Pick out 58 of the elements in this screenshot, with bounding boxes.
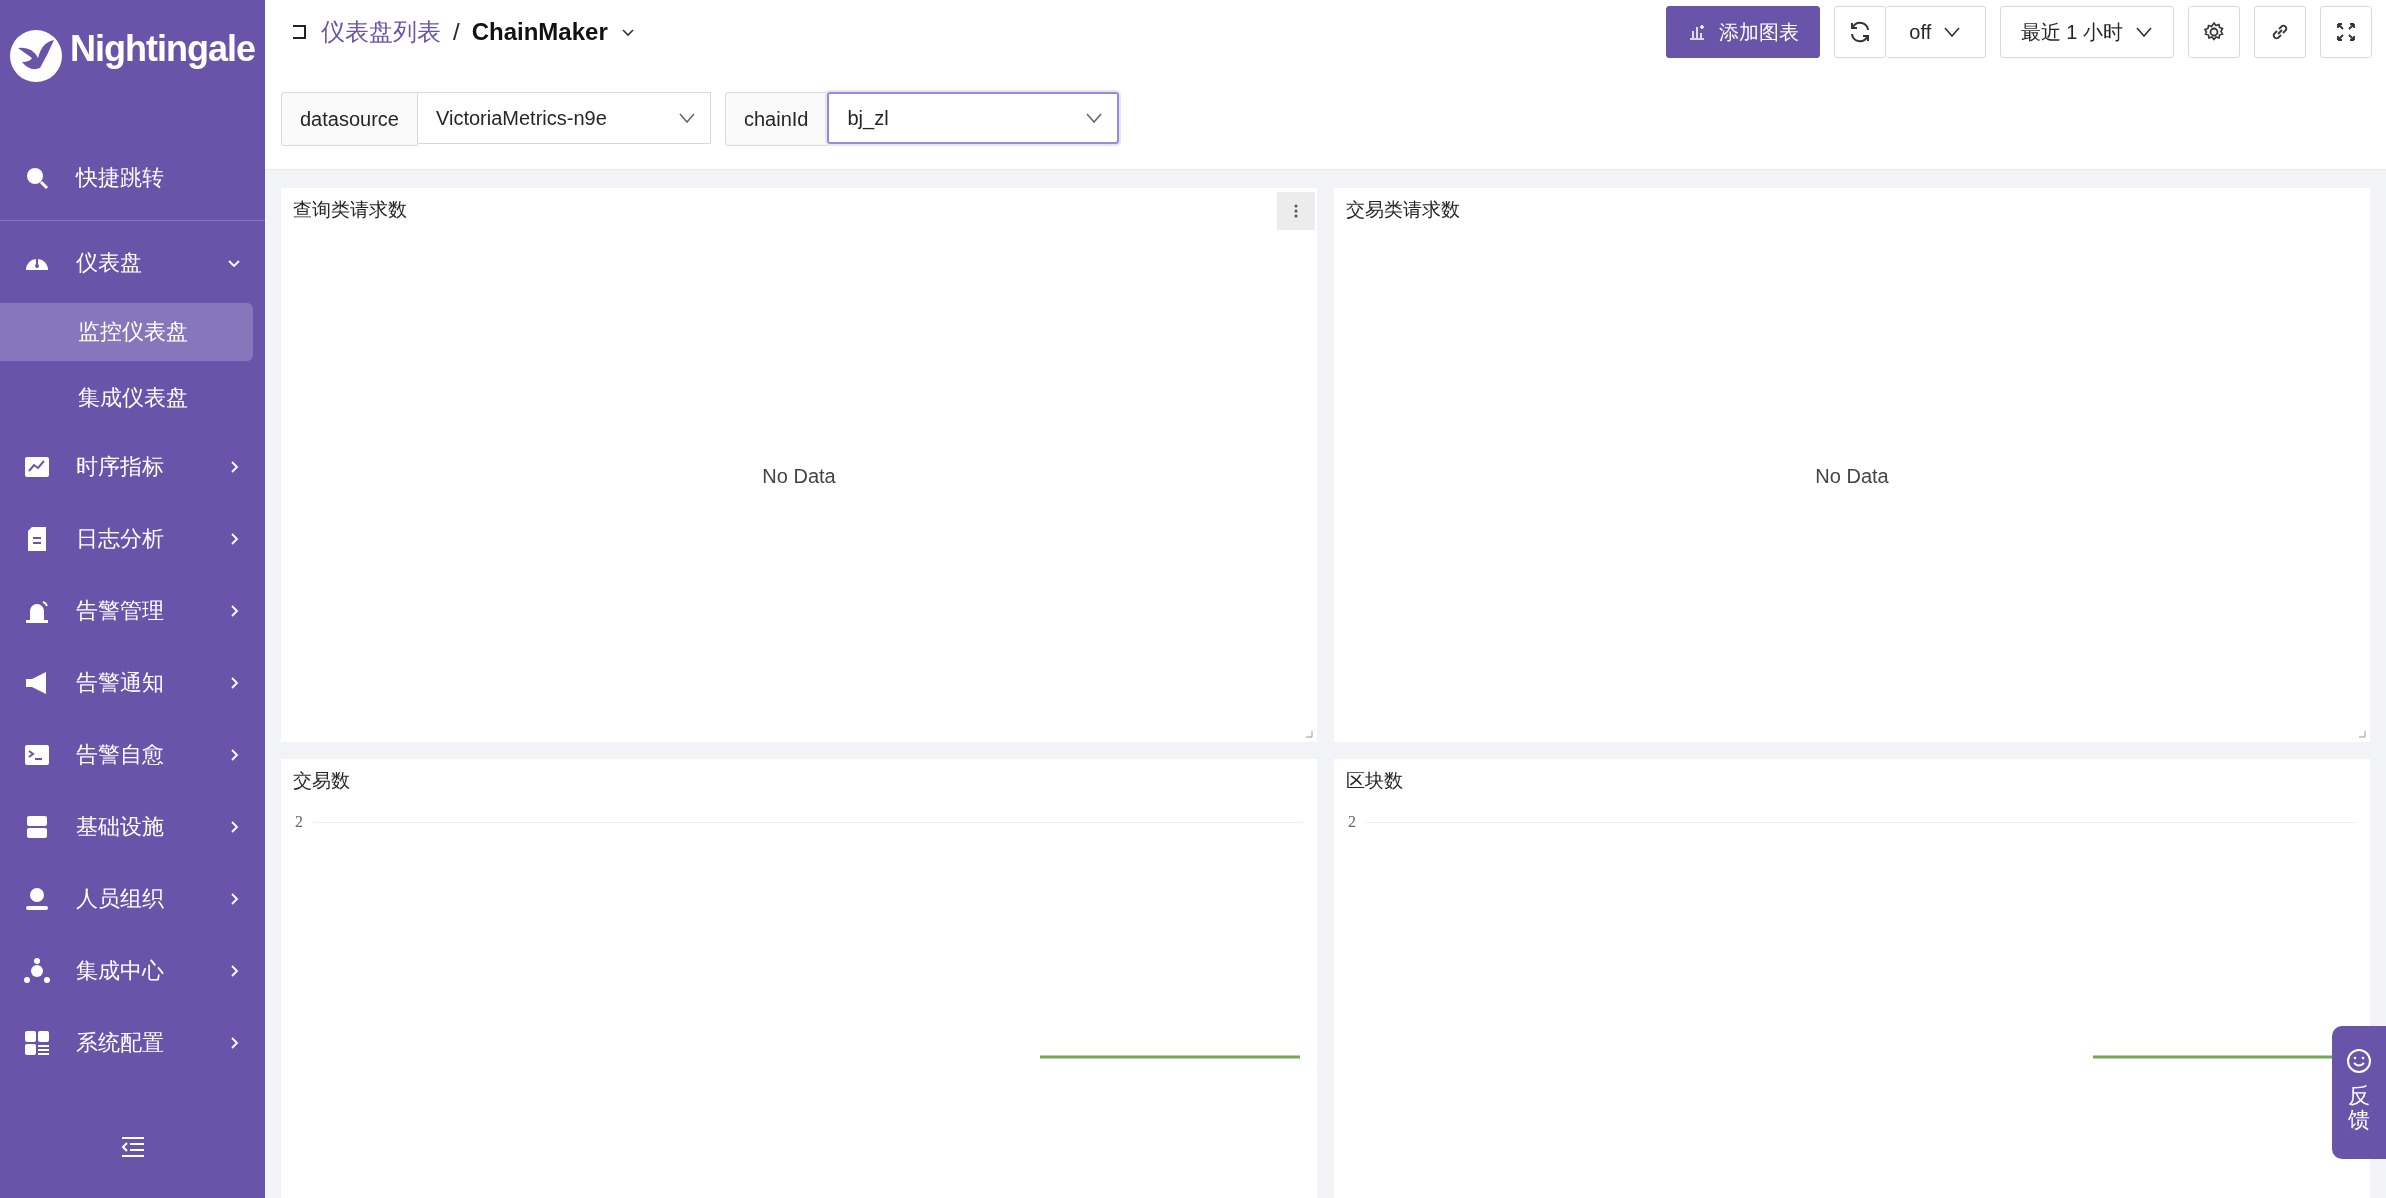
panel-title: 查询类请求数: [293, 198, 407, 222]
bird-logo-icon: [8, 28, 64, 84]
breadcrumb-separator: /: [453, 18, 460, 46]
chevron-down-icon: [677, 111, 696, 125]
refresh-interval-dropdown[interactable]: off: [1885, 6, 1986, 58]
dashboard-title: ChainMaker: [471, 18, 608, 46]
sidebar-item[interactable]: 快捷跳转: [0, 142, 265, 214]
collapse-menu-icon[interactable]: [119, 1136, 146, 1158]
sidebar-item[interactable]: 人员组织: [0, 863, 265, 935]
back-icon[interactable]: [291, 23, 309, 41]
resize-handle-icon[interactable]: [1305, 730, 1313, 738]
line-chart-icon: [24, 454, 50, 480]
panel-title: 区块数: [1346, 769, 1403, 793]
sidebar-item[interactable]: 告警自愈: [0, 719, 265, 791]
smiley-icon: [2346, 1048, 2372, 1074]
fullscreen-button[interactable]: [2320, 6, 2372, 58]
add-chart-button[interactable]: 添加图表: [1665, 6, 1820, 58]
no-data-text: No Data: [762, 464, 836, 488]
variable-select[interactable]: bj_zl: [827, 92, 1120, 144]
sidebar-item[interactable]: 日志分析: [0, 503, 265, 575]
chevron-down-icon: [2135, 25, 2153, 39]
user-icon: [24, 886, 50, 912]
sidebar-item[interactable]: 告警通知: [0, 647, 265, 719]
more-vertical-icon: [1294, 204, 1298, 218]
variable-label: datasource: [281, 92, 418, 146]
sidebar-item[interactable]: 集成中心: [0, 935, 265, 1007]
panel-title: 交易类请求数: [1346, 198, 1460, 222]
logo-text: Nightingale: [70, 28, 255, 70]
time-range-dropdown[interactable]: 最近 1 小时: [1999, 6, 2174, 58]
sidebar-item[interactable]: 基础设施: [0, 791, 265, 863]
terminal-icon: [24, 742, 50, 768]
link-button[interactable]: [2254, 6, 2306, 58]
variable-label: chainId: [724, 92, 828, 146]
y-axis-tick-label: 2: [1348, 813, 1356, 831]
sidebar-item[interactable]: 时序指标: [0, 431, 265, 503]
sidebar-subitem[interactable]: 集成仪表盘: [0, 369, 253, 427]
grid-icon: [24, 1030, 50, 1056]
resize-handle-icon[interactable]: [2358, 730, 2366, 738]
breadcrumb-link[interactable]: 仪表盘列表: [321, 16, 441, 48]
alarm-light-icon: [24, 598, 50, 624]
sidebar-subitem[interactable]: 监控仪表盘: [0, 303, 253, 361]
feedback-tab[interactable]: 反馈: [2332, 1026, 2386, 1159]
sidebar-item[interactable]: 告警管理: [0, 575, 265, 647]
refresh-button[interactable]: [1833, 6, 1886, 58]
no-data-text: No Data: [1815, 464, 1889, 488]
settings-button[interactable]: [2188, 6, 2240, 58]
hub-icon: [24, 958, 50, 984]
sidebar-item[interactable]: 仪表盘: [0, 227, 265, 299]
server-icon: [24, 814, 50, 840]
panel-title: 交易数: [293, 769, 350, 793]
chevron-down-icon: [1085, 111, 1104, 125]
chevron-down-icon: [1943, 25, 1962, 39]
settings-icon: [2203, 21, 2225, 43]
sidebar-item[interactable]: 系统配置: [0, 1007, 265, 1079]
y-axis-tick-label: 2: [295, 813, 303, 831]
fullscreen-icon: [2335, 21, 2357, 43]
variable-select[interactable]: VictoriaMetrics-n9e: [417, 92, 711, 144]
search-icon: [24, 165, 50, 191]
